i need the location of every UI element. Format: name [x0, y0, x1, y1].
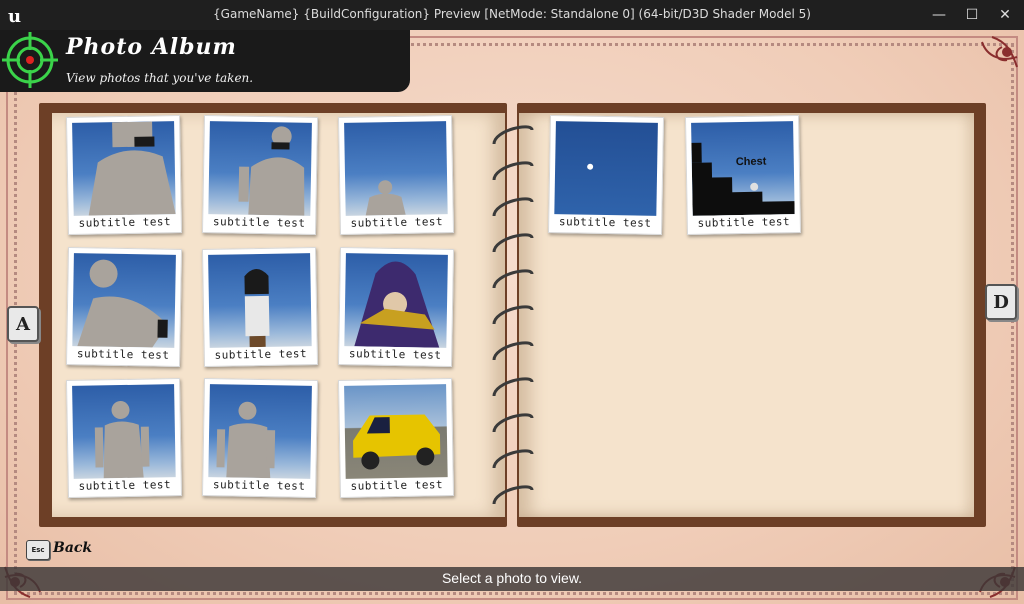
photo-card[interactable]: subtitle test: [547, 115, 665, 235]
photo-image: [208, 384, 312, 479]
photo-image: Chest: [691, 121, 795, 216]
photo-image: [344, 253, 448, 348]
photo-caption: subtitle test: [558, 215, 652, 230]
photo-caption: subtitle test: [76, 347, 170, 362]
photo-card[interactable]: subtitle test: [201, 378, 319, 498]
photo-caption: subtitle test: [697, 215, 791, 230]
photo-card[interactable]: subtitle test: [337, 115, 455, 235]
page-subtitle: View photos that you've taken.: [66, 71, 254, 85]
binder-rings: [492, 125, 534, 505]
page-header: Photo Album View photos that you've take…: [0, 30, 410, 92]
photo-caption: subtitle test: [78, 478, 172, 493]
photo-image: [344, 121, 448, 216]
photo-image: [344, 384, 448, 479]
photo-caption: subtitle test: [212, 215, 306, 230]
status-message: Select a photo to view.: [441, 570, 583, 586]
photo-caption: subtitle test: [78, 215, 172, 230]
page-title: Photo Album: [66, 34, 237, 60]
back-button[interactable]: Back: [53, 540, 92, 556]
photo-image: [208, 121, 312, 216]
photo-card[interactable]: subtitle test: [337, 247, 455, 367]
photo-caption: subtitle test: [350, 215, 444, 230]
next-page-button[interactable]: D: [985, 284, 1017, 320]
esc-key-icon[interactable]: Esc: [26, 540, 50, 560]
photo-caption: subtitle test: [214, 347, 308, 362]
photo-card[interactable]: subtitle test: [65, 115, 183, 235]
photo-image: [208, 253, 312, 348]
photo-card[interactable]: subtitle test: [201, 247, 319, 367]
status-bar: Select a photo to view.: [0, 567, 1024, 591]
photo-image: [554, 121, 658, 216]
photo-card[interactable]: subtitle test: [65, 378, 183, 498]
game-viewport: Photo Album View photos that you've take…: [0, 30, 1024, 604]
prev-page-button[interactable]: A: [7, 306, 39, 342]
photo-image: [72, 384, 176, 479]
window-titlebar: u {GameName} {BuildConfiguration} Previe…: [0, 0, 1024, 30]
photo-card[interactable]: subtitle test: [65, 247, 183, 367]
target-icon: [2, 32, 58, 88]
photo-caption: subtitle test: [348, 347, 442, 362]
corner-ornament-icon: [981, 36, 1018, 68]
photo-image: [72, 253, 176, 348]
photo-card[interactable]: Chest subtitle test: [684, 115, 802, 235]
minimize-button[interactable]: —: [922, 0, 956, 30]
photo-label: Chest: [735, 155, 767, 169]
photo-image: [72, 121, 176, 216]
photo-card[interactable]: subtitle test: [337, 378, 455, 498]
photo-card[interactable]: subtitle test: [201, 115, 319, 235]
window-title: {GameName} {BuildConfiguration} Preview …: [213, 7, 811, 21]
photo-caption: subtitle test: [350, 478, 444, 493]
close-button[interactable]: ✕: [988, 0, 1022, 30]
maximize-button[interactable]: ☐: [955, 0, 989, 30]
photo-caption: subtitle test: [212, 478, 306, 493]
